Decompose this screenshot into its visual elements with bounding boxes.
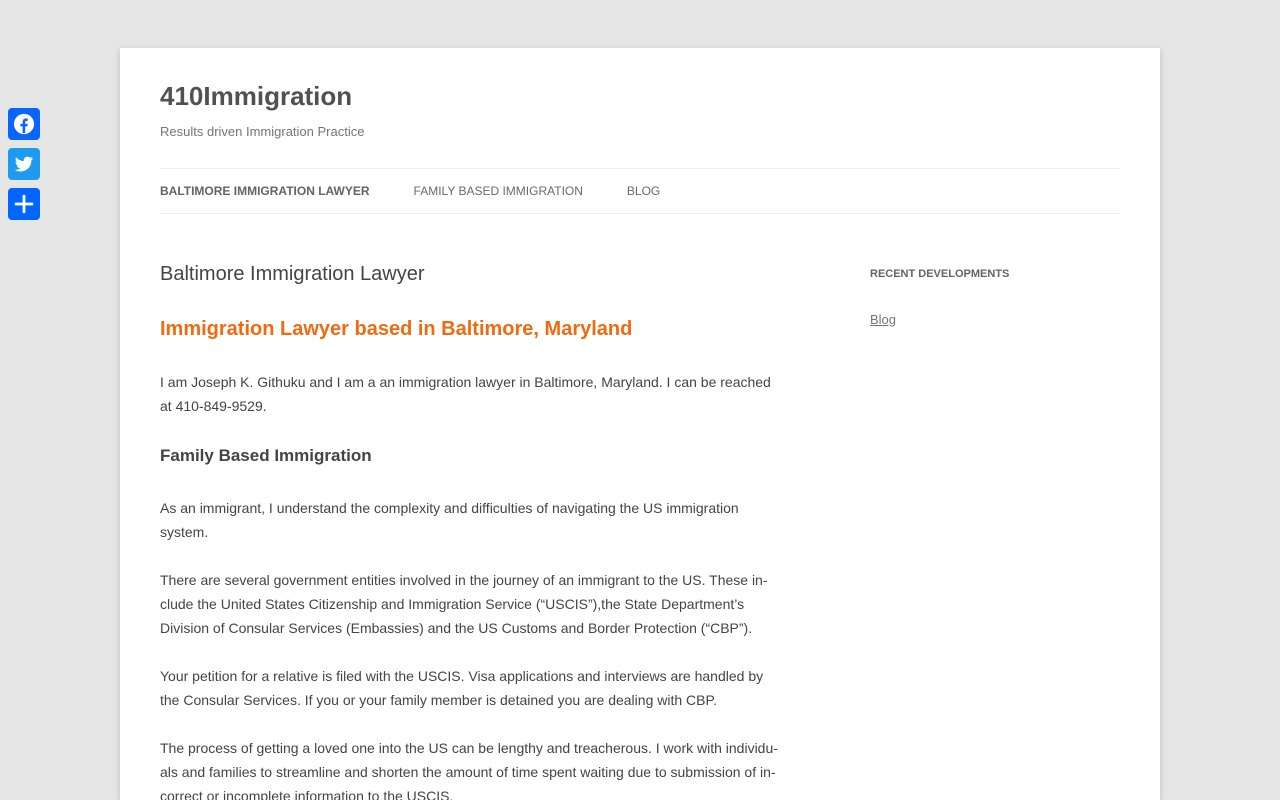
facebook-share-button[interactable] xyxy=(8,108,40,140)
nav-item-blog[interactable]: BLOG xyxy=(627,181,660,201)
page-title: Baltimore Immigration Lawyer xyxy=(160,263,425,285)
twitter-icon xyxy=(14,156,34,172)
content-paragraph: Your petition for a relative is filed wi… xyxy=(160,668,764,708)
nav-item-baltimore-immigration-lawyer[interactable]: BALTIMORE IMMIGRATION LAWYER xyxy=(160,181,370,201)
content-paragraph: There are several government entities in… xyxy=(160,572,768,636)
site-description: Results driven Immigration Practice xyxy=(160,124,365,139)
main-content: Baltimore Immigration Lawyer Immigration… xyxy=(160,260,780,800)
sidebar-link-blog[interactable]: Blog xyxy=(870,310,896,330)
section-heading-lawyer: Immigration Lawyer based in Baltimore, M… xyxy=(160,318,633,340)
main-navigation: BALTIMORE IMMIGRATION LAWYER FAMILY BASE… xyxy=(160,168,1120,214)
nav-item-family-based-immigration[interactable]: FAMILY BASED IMMIGRATION xyxy=(414,181,583,201)
twitter-share-button[interactable] xyxy=(8,148,40,180)
share-more-button[interactable] xyxy=(8,188,40,220)
site-header: 410Immigration Results driven Immigratio… xyxy=(160,78,1120,142)
sidebar: RECENT DEVELOPMENTS Blog xyxy=(870,264,1120,330)
section-heading-family: Family Based Immigration xyxy=(160,446,372,465)
facebook-icon xyxy=(13,113,35,135)
site-title[interactable]: 410Immigration xyxy=(160,78,352,114)
content-paragraph: As an immigrant, I understand the comple… xyxy=(160,500,739,540)
share-plus-icon xyxy=(14,194,34,214)
page-container: 410Immigration Results driven Immigratio… xyxy=(120,48,1160,800)
intro-paragraph: I am Joseph K. Githuku and I am a an imm… xyxy=(160,374,771,414)
content-paragraph: The process of getting a loved one into … xyxy=(160,740,778,800)
widget-title-recent-developments: RECENT DEVELOPMENTS xyxy=(870,268,1010,280)
share-bar xyxy=(8,108,40,220)
